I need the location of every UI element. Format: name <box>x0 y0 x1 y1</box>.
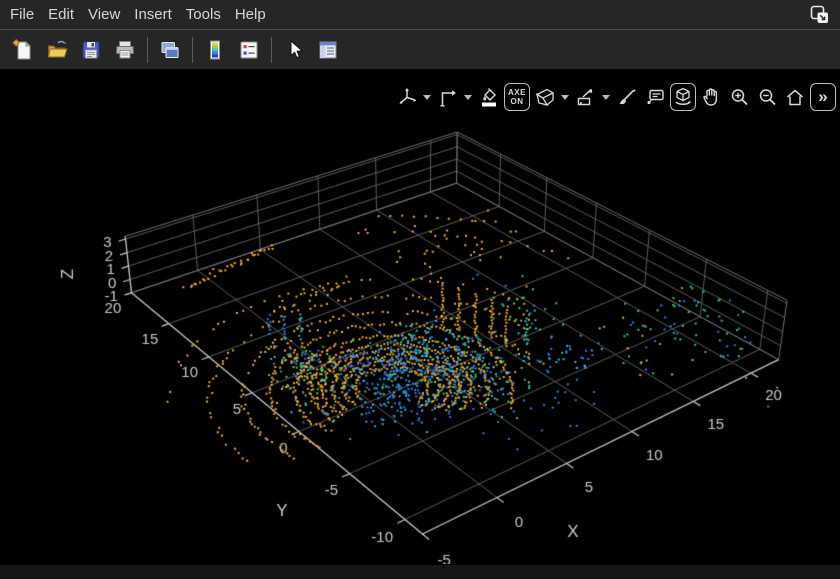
print-figure-button[interactable] <box>108 33 142 67</box>
pan-hand-icon <box>700 86 722 108</box>
zoom-out-button[interactable] <box>754 83 780 111</box>
save-floppy-icon <box>79 38 103 62</box>
open-folder-icon <box>45 38 69 62</box>
brush-button[interactable] <box>614 83 640 111</box>
legend-icon <box>237 38 261 62</box>
zoom-out-icon <box>756 86 778 108</box>
projection-button[interactable] <box>532 83 558 111</box>
projection-box-icon <box>534 86 556 108</box>
menu-item-tools[interactable]: Tools <box>179 0 228 29</box>
menu-item-view[interactable]: View <box>81 0 127 29</box>
new-figure-button[interactable] <box>6 33 40 67</box>
figure-area: AXE ON <box>0 69 840 564</box>
colorbar-icon <box>203 38 227 62</box>
axes-toolbar: AXE ON <box>394 83 836 111</box>
menu-item-edit[interactable]: Edit <box>41 0 81 29</box>
figure-window: File Edit View Insert Tools Help <box>0 0 840 579</box>
menu-bar: File Edit View Insert Tools Help <box>0 0 840 30</box>
rotate-3d-cube-icon <box>671 85 695 109</box>
chevrons-right-icon: » <box>813 85 832 109</box>
home-button[interactable] <box>782 83 808 111</box>
rotate-axes-button[interactable] <box>435 83 461 111</box>
corner-arrow-icon <box>437 86 459 108</box>
home-icon <box>784 86 806 108</box>
copy-figure-button[interactable] <box>153 33 187 67</box>
new-document-icon <box>11 38 35 62</box>
triad-axes-icon <box>396 86 418 108</box>
menu-item-insert[interactable]: Insert <box>127 0 179 29</box>
dropdown-caret-icon[interactable] <box>561 95 569 100</box>
zoom-in-button[interactable] <box>726 83 752 111</box>
axes-visibility-toggle[interactable]: AXE ON <box>504 83 530 111</box>
datatip-button[interactable] <box>642 83 668 111</box>
menu-item-help[interactable]: Help <box>228 0 273 29</box>
menu-item-file[interactable]: File <box>3 0 41 29</box>
more-tools-button[interactable]: » <box>810 83 836 111</box>
pointcloud-plot-canvas[interactable] <box>0 69 840 564</box>
background-color-button[interactable] <box>476 83 502 111</box>
brush-icon <box>616 86 638 108</box>
toolbar-separator <box>271 37 272 63</box>
property-inspector-button[interactable] <box>311 33 345 67</box>
paint-bucket-icon <box>478 86 500 108</box>
restore-view-button[interactable] <box>394 83 420 111</box>
rotate-3d-button[interactable] <box>670 83 696 111</box>
main-toolbar <box>0 30 840 69</box>
toolbar-separator <box>147 37 148 63</box>
window-footer <box>0 565 840 579</box>
dropdown-caret-icon[interactable] <box>423 95 431 100</box>
insert-legend-button[interactable] <box>232 33 266 67</box>
pointer-arrow-icon <box>282 38 306 62</box>
datatip-icon <box>644 86 666 108</box>
toolbar-separator <box>192 37 193 63</box>
open-file-button[interactable] <box>40 33 74 67</box>
axe-on-badge: AXE ON <box>505 85 529 109</box>
pan-button[interactable] <box>698 83 724 111</box>
property-inspector-icon <box>316 38 340 62</box>
dropdown-caret-icon[interactable] <box>602 95 610 100</box>
export-icon <box>575 86 597 108</box>
pop-out-window-icon[interactable] <box>806 3 832 29</box>
printer-icon <box>113 38 137 62</box>
zoom-in-icon <box>728 86 750 108</box>
save-figure-button[interactable] <box>74 33 108 67</box>
insert-colorbar-button[interactable] <box>198 33 232 67</box>
export-button[interactable] <box>573 83 599 111</box>
copy-figure-icon <box>158 38 182 62</box>
edit-plot-pointer-button[interactable] <box>277 33 311 67</box>
dropdown-caret-icon[interactable] <box>464 95 472 100</box>
